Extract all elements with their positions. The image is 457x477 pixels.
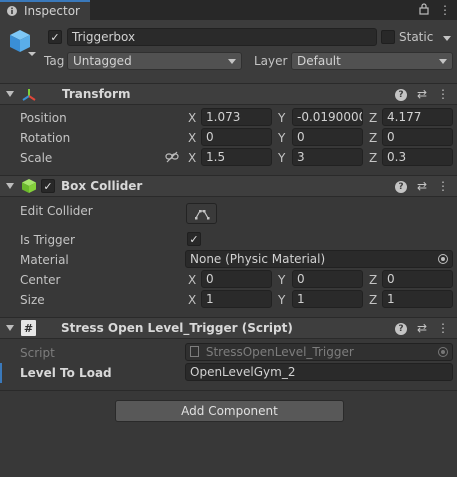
tag-value: Untagged (73, 54, 132, 68)
rotation-z-field[interactable]: 0 (382, 128, 453, 146)
component-title: Stress Open Level_Trigger (Script) (61, 321, 293, 335)
script-field: StressOpenLevel_Trigger (185, 343, 453, 361)
active-checkbox[interactable]: ✓ (48, 30, 62, 44)
layer-dropdown[interactable]: Default (291, 52, 453, 70)
component-title: Transform (62, 87, 131, 101)
edit-collider-label: Edit Collider (20, 204, 93, 218)
scale-y-field[interactable]: 3 (292, 148, 363, 166)
axis-z-label[interactable]: Z (369, 273, 377, 287)
center-x-field[interactable]: 0 (201, 270, 272, 288)
tab-bar: Inspector ⋮ (0, 0, 457, 20)
rotation-x-field[interactable]: 0 (201, 128, 272, 146)
gameobject-cube-icon[interactable] (8, 28, 36, 61)
tab-inspector[interactable]: Inspector (0, 0, 90, 20)
center-z-field[interactable]: 0 (382, 270, 453, 288)
axis-y-label[interactable]: Y (278, 131, 285, 145)
kebab-menu-icon[interactable]: ⋮ (437, 87, 449, 101)
axis-z-label[interactable]: Z (369, 131, 377, 145)
script-label: Script (20, 346, 55, 360)
box-collider-enabled-checkbox[interactable]: ✓ (41, 179, 55, 193)
foldout-arrow-icon[interactable] (6, 91, 14, 97)
object-name-field[interactable]: Triggerbox (67, 28, 377, 46)
csharp-script-icon: # (21, 320, 36, 336)
component-list-end-divider (0, 390, 457, 391)
tab-title: Inspector (24, 4, 80, 18)
foldout-arrow-icon[interactable] (6, 325, 14, 331)
script-file-icon (190, 346, 199, 357)
scale-z-field[interactable]: 0.3 (382, 148, 453, 166)
info-icon (6, 5, 18, 17)
tag-label: Tag (44, 54, 65, 68)
transform-axis-icon (21, 87, 37, 106)
axis-x-label[interactable]: X (188, 131, 196, 145)
static-dropdown-arrow[interactable] (443, 36, 451, 41)
object-picker-icon[interactable] (438, 254, 448, 264)
rotation-label: Rotation (20, 131, 71, 145)
axis-y-label[interactable]: Y (278, 293, 285, 307)
presets-icon[interactable]: ⇄ (417, 179, 427, 193)
box-collider-header[interactable]: ✓ Box Collider ? ⇄ ⋮ (0, 175, 457, 197)
material-field[interactable]: None (Physic Material) (185, 250, 453, 268)
size-z-field[interactable]: 1 (382, 290, 453, 308)
scale-label: Scale (20, 151, 53, 165)
axis-z-label[interactable]: Z (369, 111, 377, 125)
axis-y-label[interactable]: Y (278, 273, 285, 287)
scale-x-field[interactable]: 1.5 (201, 148, 272, 166)
axis-x-label[interactable]: X (188, 111, 196, 125)
kebab-menu-icon[interactable]: ⋮ (437, 321, 449, 335)
component-title: Box Collider (61, 179, 143, 193)
static-label: Static (399, 30, 434, 44)
axis-x-label[interactable]: X (188, 151, 196, 165)
kebab-menu-icon[interactable]: ⋮ (437, 179, 449, 193)
is-trigger-checkbox[interactable]: ✓ (187, 232, 201, 246)
level-to-load-label: Level To Load (20, 366, 112, 380)
axis-z-label[interactable]: Z (369, 293, 377, 307)
edit-collider-icon (194, 209, 209, 219)
add-component-button[interactable]: Add Component (115, 400, 344, 422)
center-y-field[interactable]: 0 (292, 270, 363, 288)
axis-y-label[interactable]: Y (278, 111, 285, 125)
chevron-down-icon (439, 59, 447, 64)
transform-header[interactable]: Transform ? ⇄ ⋮ (0, 83, 457, 105)
layer-label: Layer (254, 54, 288, 68)
script-header[interactable]: # Stress Open Level_Trigger (Script) ? ⇄… (0, 317, 457, 339)
kebab-menu-icon[interactable]: ⋮ (439, 3, 451, 18)
help-icon[interactable]: ? (394, 323, 407, 335)
rotation-y-field[interactable]: 0 (292, 128, 363, 146)
axis-x-label[interactable]: X (188, 273, 196, 287)
edit-collider-button[interactable] (186, 203, 217, 224)
center-label: Center (20, 273, 61, 287)
material-label: Material (20, 253, 69, 267)
static-checkbox[interactable] (381, 30, 395, 44)
constrain-proportions-icon[interactable] (165, 151, 179, 166)
active-row-indicator (0, 363, 2, 383)
position-x-field[interactable]: 1.073 (201, 108, 272, 126)
axis-x-label[interactable]: X (188, 293, 196, 307)
script-value: StressOpenLevel_Trigger (205, 345, 354, 359)
lock-icon[interactable] (419, 3, 429, 18)
help-icon[interactable]: ? (394, 89, 407, 101)
position-y-field[interactable]: -0.0190000 (292, 108, 363, 126)
size-x-field[interactable]: 1 (201, 290, 272, 308)
help-icon[interactable]: ? (394, 181, 407, 193)
is-trigger-label: Is Trigger (20, 233, 75, 247)
axis-y-label[interactable]: Y (278, 151, 285, 165)
tag-dropdown[interactable]: Untagged (67, 52, 242, 70)
presets-icon[interactable]: ⇄ (417, 87, 427, 101)
level-to-load-field[interactable]: OpenLevelGym_2 (185, 363, 453, 381)
material-value: None (Physic Material) (190, 252, 326, 266)
position-label: Position (20, 111, 67, 125)
presets-icon[interactable]: ⇄ (417, 321, 427, 335)
chevron-down-icon (228, 59, 236, 64)
position-z-field[interactable]: 4.177 (382, 108, 453, 126)
size-y-field[interactable]: 1 (292, 290, 363, 308)
box-collider-icon (21, 178, 37, 197)
layer-value: Default (297, 54, 341, 68)
axis-z-label[interactable]: Z (369, 151, 377, 165)
size-label: Size (20, 293, 45, 307)
foldout-arrow-icon[interactable] (6, 183, 14, 189)
object-header: ✓ Triggerbox Static Tag Untagged Layer D… (0, 20, 457, 84)
object-picker-icon (438, 347, 448, 357)
